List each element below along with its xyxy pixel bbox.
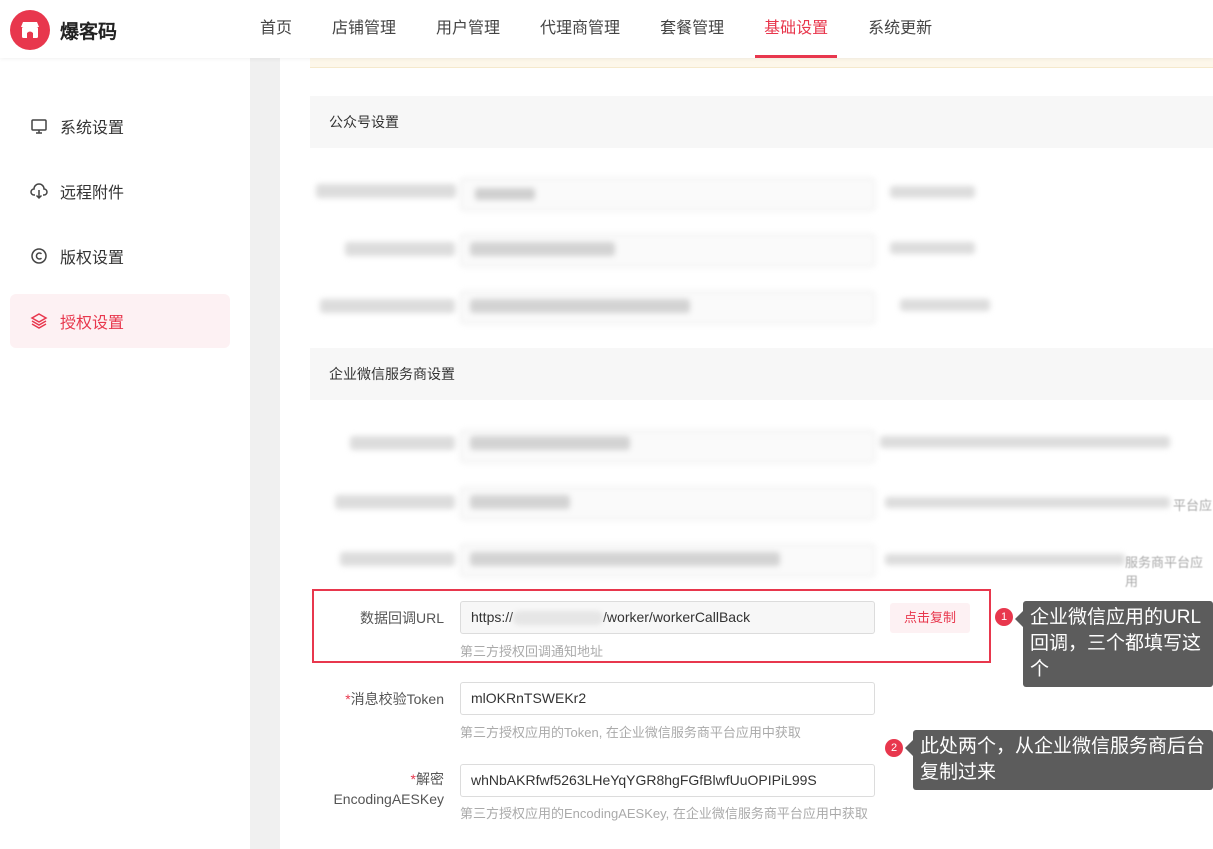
- nav-users[interactable]: 用户管理: [416, 0, 520, 58]
- brand-logo[interactable]: 爆客码: [10, 10, 117, 50]
- nav-system-update[interactable]: 系统更新: [848, 0, 952, 58]
- monitor-icon: [30, 117, 48, 135]
- callback-url-suffix: /worker/workerCallBack: [603, 609, 751, 625]
- redacted-domain: [513, 611, 604, 626]
- section-official-account-header: 公众号设置: [310, 96, 1213, 148]
- annotation-badge-1: 1: [995, 608, 1013, 626]
- sidebar-item-label: 系统设置: [60, 120, 125, 137]
- section-wecom-provider-header: 企业微信服务商设置: [310, 348, 1213, 400]
- nav-agents[interactable]: 代理商管理: [520, 0, 640, 58]
- copy-button[interactable]: 点击复制: [890, 603, 970, 633]
- nav-packages[interactable]: 套餐管理: [640, 0, 744, 58]
- callback-url-hint: 第三方授权回调通知地址: [460, 644, 604, 659]
- sidebar-item-label: 授权设置: [60, 315, 125, 332]
- token-hint: 第三方授权应用的Token, 在企业微信服务商平台应用中获取: [460, 725, 801, 740]
- aes-key-label: *解密 EncodingAESKey: [333, 771, 444, 807]
- top-navbar: 爆客码 首页 店铺管理 用户管理 代理商管理 套餐管理 基础设置 系统更新: [0, 0, 1213, 58]
- main-nav: 首页 店铺管理 用户管理 代理商管理 套餐管理 基础设置 系统更新: [240, 0, 952, 58]
- sidebar: 系统设置 远程附件 版权设置 授权设置: [0, 58, 250, 849]
- blurred-form-row: [280, 232, 1213, 272]
- blurred-form-row: [280, 428, 1213, 468]
- sidebar-item-copyright[interactable]: 版权设置: [10, 229, 230, 283]
- aes-key-input[interactable]: whNbAKRfwf5263LHeYqYGR8hgFGfBlwfUuOPIPiL…: [460, 764, 875, 797]
- blurred-form-row: [280, 289, 1213, 329]
- blurred-hint-fragment: 服务商平台应用: [1125, 555, 1204, 589]
- blurred-form-row: [280, 176, 1213, 216]
- annotation-callout-2: 此处两个，从企业微信服务商后台复制过来: [905, 730, 1213, 790]
- callback-url-field[interactable]: https:// /worker/workerCallBack: [460, 601, 875, 634]
- sidebar-item-authorization[interactable]: 授权设置: [10, 294, 230, 348]
- blurred-hint-fragment: 平台应: [1173, 498, 1213, 513]
- content-gutter: [250, 58, 280, 849]
- sidebar-item-system-settings[interactable]: 系统设置: [10, 99, 230, 153]
- nav-home[interactable]: 首页: [240, 0, 312, 58]
- sidebar-item-label: 远程附件: [60, 185, 125, 202]
- sidebar-item-label: 版权设置: [60, 250, 125, 267]
- brand-name: 爆客码: [60, 21, 118, 43]
- callback-url-label: 数据回调URL: [359, 610, 444, 626]
- token-input[interactable]: mlOKRnTSWEKr2: [460, 682, 875, 715]
- store-icon: [10, 10, 50, 50]
- sidebar-item-remote-attachment[interactable]: 远程附件: [10, 164, 230, 218]
- aes-key-hint: 第三方授权应用的EncodingAESKey, 在企业微信服务商平台应用中获取: [460, 806, 868, 821]
- blurred-form-row: [280, 542, 1213, 582]
- annotation-callout-1: 企业微信应用的URL回调，三个都填写这个: [1015, 601, 1213, 687]
- cloud-download-icon: [30, 182, 48, 200]
- annotation-badge-2: 2: [885, 739, 903, 757]
- token-label: *消息校验Token: [345, 691, 444, 707]
- notice-strip: [310, 58, 1213, 68]
- blurred-form-row: [280, 485, 1213, 525]
- nav-stores[interactable]: 店铺管理: [312, 0, 416, 58]
- copyright-icon: [30, 247, 48, 265]
- callback-url-prefix: https://: [471, 609, 514, 625]
- nav-basic-settings[interactable]: 基础设置: [744, 0, 848, 58]
- layers-icon: [30, 312, 48, 330]
